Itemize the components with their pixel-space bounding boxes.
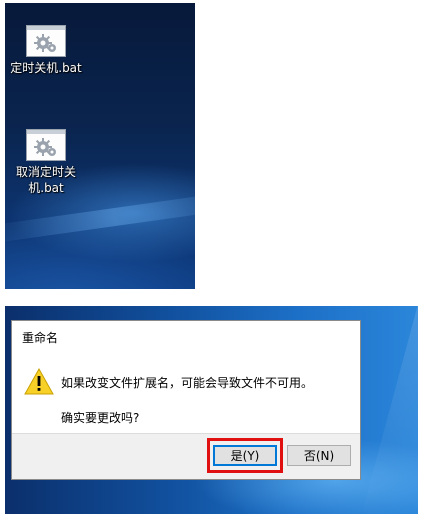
warning-icon — [24, 367, 54, 399]
dialog-question: 确实要更改吗? — [61, 411, 140, 425]
desktop-background: 定时关机.bat 取消定时关 机.bat — [5, 3, 195, 289]
dialog-title: 重命名 — [22, 331, 59, 345]
batch-file-icon — [26, 129, 66, 161]
desktop-icon-label-line-2: 机.bat — [28, 181, 64, 195]
desktop-light-stripe — [358, 306, 418, 514]
no-button[interactable]: 否(N) — [287, 445, 351, 466]
highlight-box — [207, 438, 283, 473]
dialog-message: 如果改变文件扩展名，可能会导致文件不可用。 — [61, 376, 314, 390]
dialog-button-bar: 是(Y) 否(N) — [12, 433, 360, 479]
desktop-icon-label-line-1: 取消定时关 — [15, 165, 76, 179]
batch-file-icon — [26, 25, 66, 57]
desktop-icon-label: 定时关机.bat — [10, 61, 82, 75]
desktop-light-beam — [5, 189, 195, 245]
desktop-icon-cancel-shutdown-bat[interactable]: 取消定时关 机.bat — [7, 129, 85, 196]
dialog-background: 重命名 如果改变文件扩展名，可能会导致文件不可用。 确实要更改吗? 是(Y) 否… — [5, 306, 418, 514]
rename-dialog: 重命名 如果改变文件扩展名，可能会导致文件不可用。 确实要更改吗? 是(Y) 否… — [11, 320, 361, 480]
desktop-icon-shutdown-bat[interactable]: 定时关机.bat — [7, 25, 85, 76]
